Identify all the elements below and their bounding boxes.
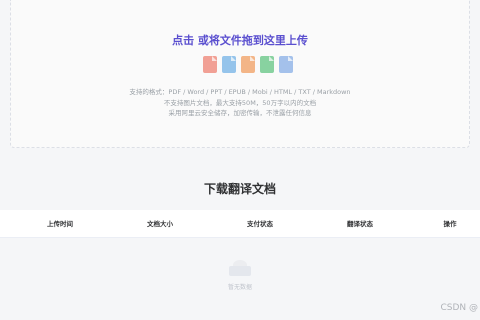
file-type-icons	[203, 56, 293, 73]
pdf-file-icon	[203, 56, 217, 73]
ppt-file-icon	[241, 56, 255, 73]
column-header-upload-time: 上传时间	[47, 220, 73, 228]
upload-prompt[interactable]: 点击 或将文件拖到这里上传	[11, 32, 469, 48]
word-file-icon	[222, 56, 236, 73]
upload-dropzone[interactable]: 点击 或将文件拖到这里上传 支持的格式：PDF / Word / PPT / E…	[10, 0, 470, 148]
column-header-payment-status: 支付状态	[247, 220, 273, 228]
txt-file-icon	[279, 56, 293, 73]
empty-state: 暂无数据	[210, 258, 270, 291]
supported-formats-text: 支持的格式：PDF / Word / PPT / EPUB / Mobi / H…	[129, 88, 351, 96]
column-header-translation-status: 翻译状态	[347, 220, 373, 228]
watermark: CSDN @	[440, 303, 478, 313]
column-header-actions: 操作	[443, 220, 457, 228]
section-title: 下载翻译文档	[203, 182, 276, 196]
column-header-file-size: 文档大小	[147, 220, 173, 228]
empty-box-icon	[229, 258, 251, 276]
empty-text: 暂无数据	[227, 284, 252, 291]
table-header: 上传时间 文档大小 支付状态 翻译状态 操作	[0, 210, 480, 238]
format-info: 支持的格式：PDF / Word / PPT / EPUB / Mobi / H…	[11, 87, 469, 119]
security-text: 采用阿里云安全储存，加密传输，不泄露任何信息	[168, 109, 312, 117]
epub-file-icon	[260, 56, 274, 73]
size-limit-text: 不支持图片文档，最大支持50M，50万字以内的文档	[163, 98, 317, 107]
